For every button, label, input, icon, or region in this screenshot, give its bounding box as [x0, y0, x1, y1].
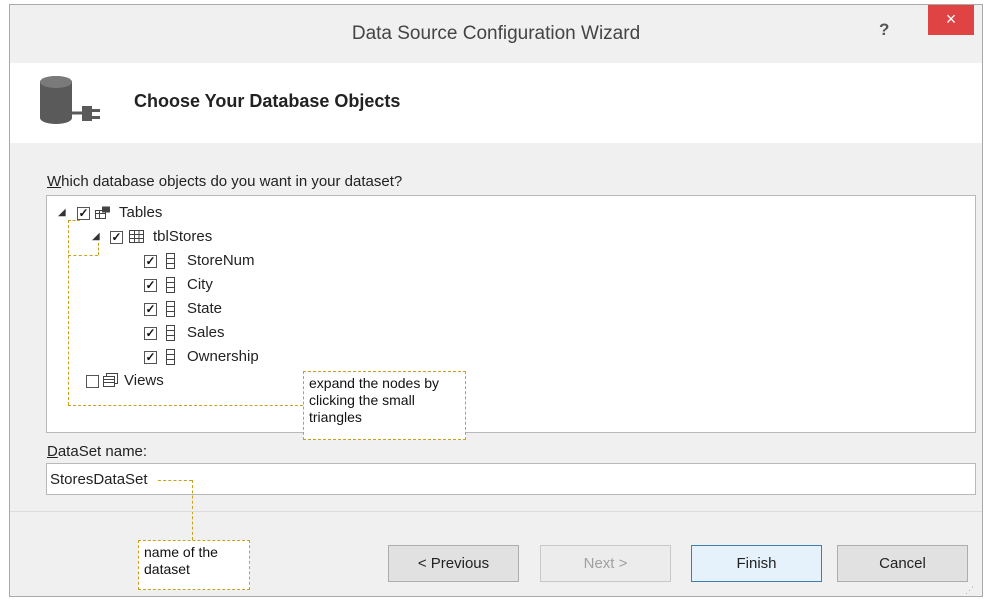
cancel-button[interactable]: Cancel: [837, 545, 968, 582]
column-label: City: [187, 276, 213, 293]
callout-connector: [158, 480, 192, 481]
tree-node-views[interactable]: Views: [47, 370, 947, 392]
tree-node-column[interactable]: ✓ Sales: [47, 322, 947, 344]
column-label: StoreNum: [187, 252, 255, 269]
tables-icon: [95, 206, 110, 219]
finish-button[interactable]: Finish: [691, 545, 822, 582]
tree-node-column[interactable]: ✓ City: [47, 274, 947, 296]
column-icon: [166, 349, 175, 365]
footer-divider: [10, 511, 982, 512]
tree-node-tables[interactable]: ◢ ✓ Tables: [47, 202, 947, 224]
expand-nodes-callout: expand the nodes by clicking the small t…: [303, 371, 466, 440]
next-button[interactable]: Next >: [540, 545, 671, 582]
column-icon: [166, 253, 175, 269]
column-checkbox[interactable]: ✓: [144, 255, 157, 268]
objects-question-label: Which database objects do you want in yo…: [47, 173, 402, 190]
previous-button[interactable]: < Previous: [388, 545, 519, 582]
column-icon: [166, 325, 175, 341]
question-mnemonic: W: [47, 173, 62, 190]
tree-node-column[interactable]: ✓ Ownership: [47, 346, 947, 368]
table-grid-icon: [129, 230, 144, 243]
callout-connector: [68, 220, 69, 405]
tree-node-tblstores[interactable]: ◢ ✓ tblStores: [47, 226, 947, 248]
column-checkbox[interactable]: ✓: [144, 279, 157, 292]
callout-connector: [68, 220, 80, 221]
column-icon: [166, 277, 175, 293]
wizard-header: Choose Your Database Objects: [10, 63, 982, 143]
dataset-name-mnemonic: D: [47, 443, 58, 460]
dataset-name-label: DataSet name:: [47, 443, 147, 460]
column-label: Ownership: [187, 348, 259, 365]
column-label: State: [187, 300, 223, 317]
dataset-name-label-text: ataSet name:: [57, 443, 148, 460]
close-button[interactable]: ×: [928, 5, 974, 35]
callout-connector: [68, 255, 98, 256]
column-checkbox[interactable]: ✓: [144, 327, 157, 340]
page-heading: Choose Your Database Objects: [134, 91, 401, 111]
views-label: Views: [124, 372, 164, 389]
dataset-name-input[interactable]: StoresDataSet: [46, 463, 976, 495]
tree-node-column[interactable]: ✓ StoreNum: [47, 250, 947, 272]
tree-node-column[interactable]: ✓ State: [47, 298, 947, 320]
column-icon: [166, 301, 175, 317]
table-label: tblStores: [153, 228, 213, 245]
window-title: Data Source Configuration Wizard: [351, 23, 641, 44]
tblstores-checkbox[interactable]: ✓: [110, 231, 123, 244]
column-label: Sales: [187, 324, 225, 341]
expand-triangle-icon[interactable]: ◢: [58, 202, 66, 224]
database-icon: [40, 76, 100, 124]
column-checkbox[interactable]: ✓: [144, 303, 157, 316]
views-checkbox[interactable]: [86, 375, 99, 388]
tables-checkbox[interactable]: ✓: [77, 207, 90, 220]
database-objects-tree[interactable]: ◢ ✓ Tables ◢ ✓ tblStores ✓ StoreNum ✓ Ci…: [46, 195, 976, 433]
views-icon: [103, 373, 118, 387]
title-bar: Data Source Configuration Wizard ? ×: [10, 5, 982, 63]
resize-grip-icon[interactable]: ⋰: [965, 585, 974, 596]
help-button[interactable]: ?: [879, 20, 889, 40]
callout-connector: [98, 243, 99, 255]
callout-connector: [192, 480, 193, 540]
question-text: hich database objects do you want in you…: [61, 173, 403, 190]
callout-connector: [68, 405, 303, 406]
column-checkbox[interactable]: ✓: [144, 351, 157, 364]
dialog-window: Data Source Configuration Wizard ? × Cho…: [9, 4, 983, 597]
tables-label: Tables: [119, 204, 163, 221]
dataset-name-callout: name of the dataset: [138, 540, 250, 590]
